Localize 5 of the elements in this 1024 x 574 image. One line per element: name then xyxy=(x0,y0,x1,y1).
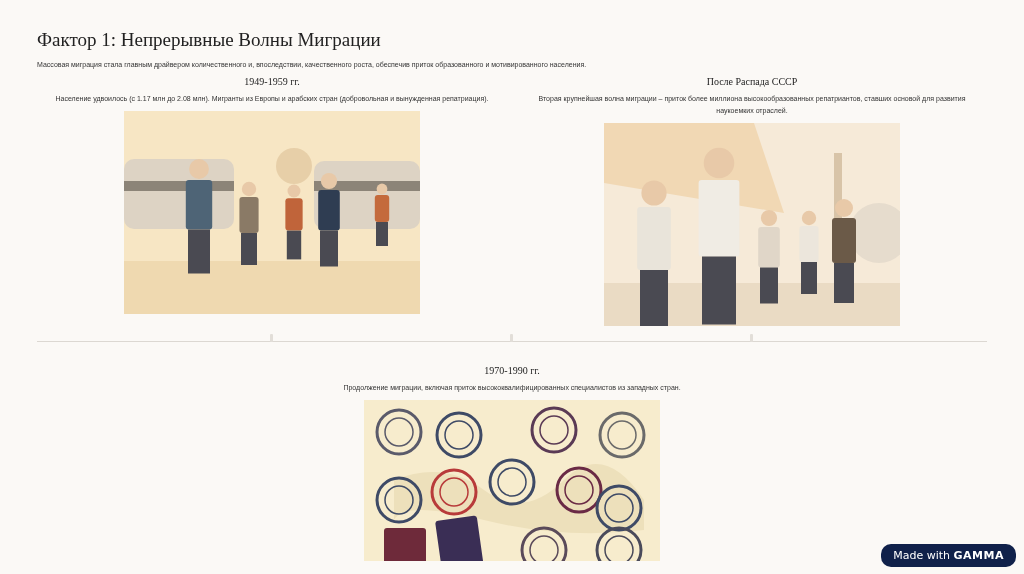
made-with-gamma-badge[interactable]: Made with GAMMA xyxy=(881,544,1016,567)
period-heading: После Распада СССР xyxy=(706,75,798,89)
slide-title: Фактор 1: Непрерывные Волны Миграции xyxy=(37,28,382,52)
period-heading: 1970-1990 гг. xyxy=(484,364,540,378)
period-heading: 1949-1959 гг. xyxy=(244,75,300,89)
